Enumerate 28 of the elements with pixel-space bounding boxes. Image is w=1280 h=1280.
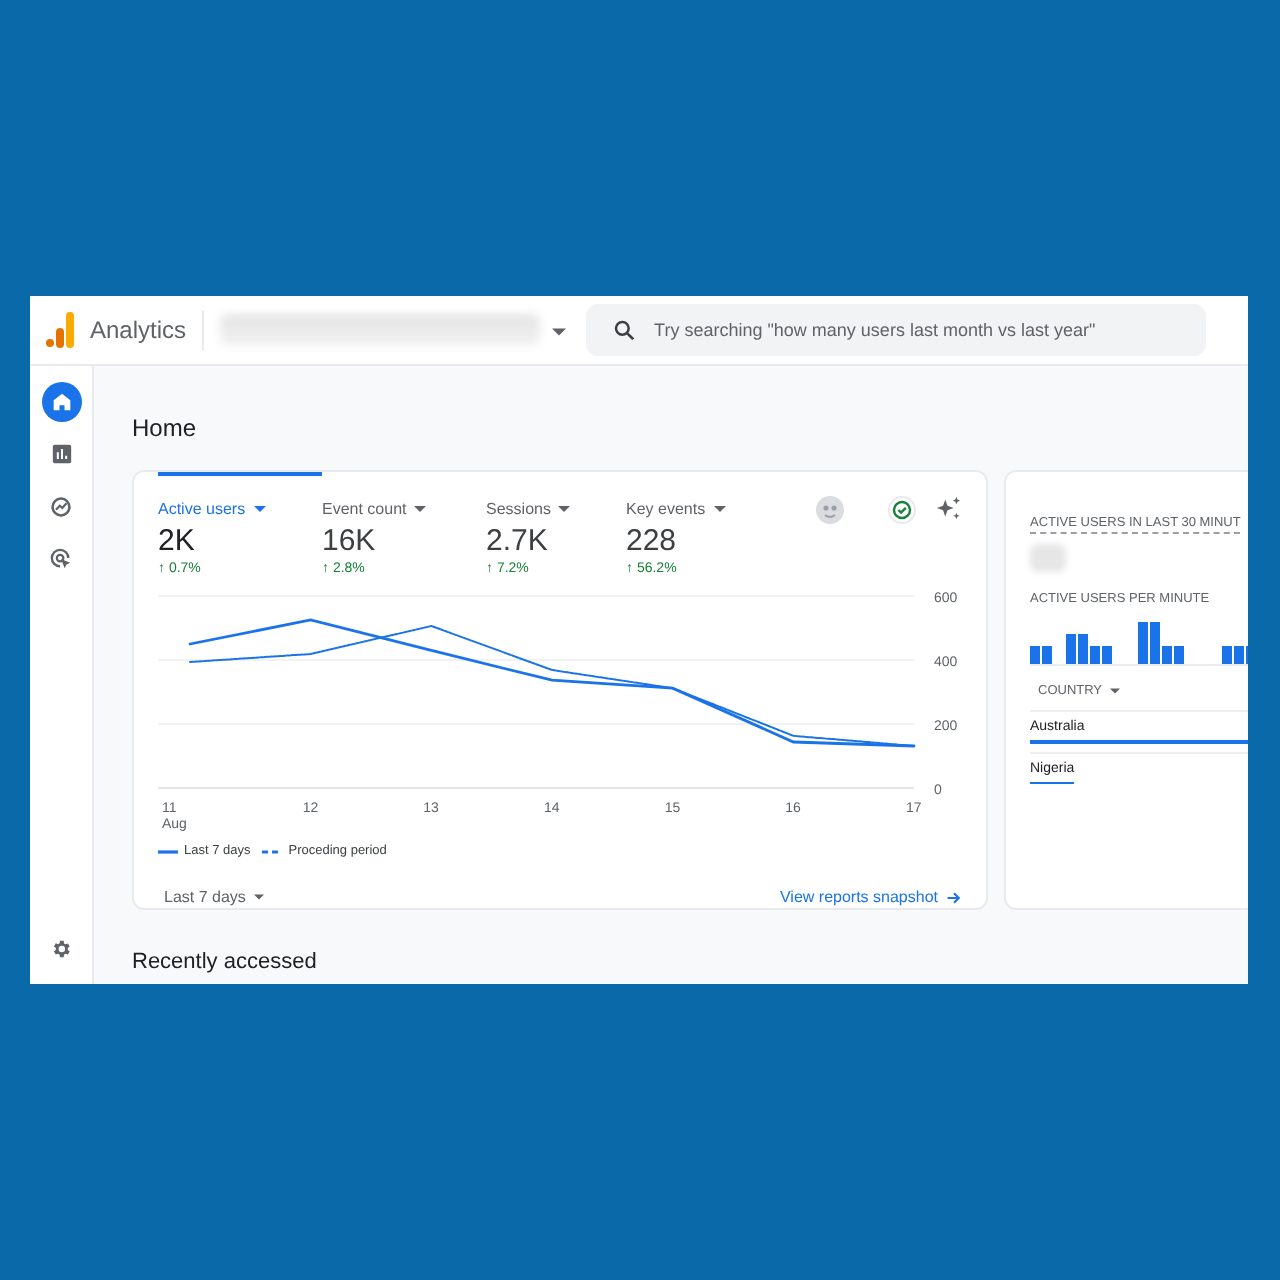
- settings-icon[interactable]: [50, 938, 72, 960]
- caret-icon[interactable]: [552, 328, 567, 336]
- search-icon: [614, 320, 635, 340]
- bar-chart-icon: [51, 444, 71, 464]
- caret-icon: [253, 506, 266, 513]
- view-reports-link[interactable]: View reports snapshot: [779, 888, 962, 906]
- date-range-dropdown[interactable]: Last 7 days: [158, 888, 264, 906]
- solid-line-icon: [158, 849, 178, 853]
- caret-icon: [1110, 687, 1121, 694]
- caret-icon: [253, 894, 264, 901]
- search-field[interactable]: Try searching "how many users last month vs last year": [586, 304, 1207, 356]
- sparkle-icon[interactable]: [936, 496, 962, 522]
- page-title: Home: [132, 414, 199, 442]
- arrow-icon: [946, 889, 962, 905]
- caret-icon: [713, 506, 726, 513]
- caret-icon: [558, 506, 571, 513]
- app-name: Analytics: [90, 316, 187, 344]
- section-heading: Recently accessed: [132, 950, 319, 974]
- face-icon[interactable]: [816, 496, 844, 524]
- home-icon: [51, 392, 71, 412]
- check-icon[interactable]: [888, 496, 916, 524]
- trend-circle-icon: [50, 495, 72, 517]
- target-cursor-icon: [50, 547, 72, 569]
- analytics-logo-icon: [46, 312, 74, 348]
- home-nav-button[interactable]: [41, 382, 81, 422]
- caret-icon: [414, 506, 427, 513]
- blurred-count: [1030, 544, 1066, 572]
- dashed-line-icon: [262, 849, 283, 853]
